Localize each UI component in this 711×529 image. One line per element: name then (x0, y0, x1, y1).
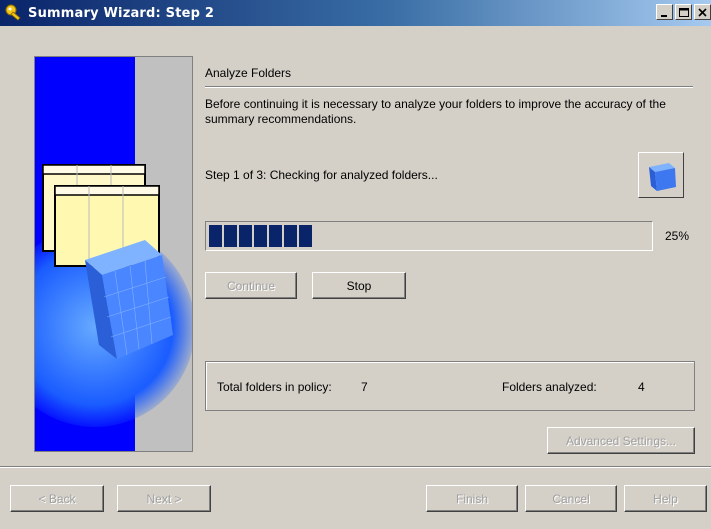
progress-fill (209, 225, 649, 247)
window-title: Summary Wizard: Step 2 (28, 5, 215, 21)
stop-button[interactable]: Stop (312, 272, 406, 299)
advanced-settings-button[interactable]: Advanced Settings... (547, 427, 695, 454)
footer-divider (0, 466, 711, 468)
progress-block (209, 225, 222, 247)
cube-icon (638, 152, 684, 198)
close-icon[interactable] (694, 4, 711, 20)
folders-analyzed-value: 4 (638, 380, 645, 394)
continue-button[interactable]: Continue (205, 272, 297, 299)
heading-divider (205, 86, 693, 88)
folder-stats-panel: Total folders in policy: 7 Folders analy… (205, 361, 695, 411)
minimize-icon[interactable] (656, 4, 673, 20)
progress-block (224, 225, 237, 247)
wizard-key-icon (4, 3, 24, 23)
cancel-button[interactable]: Cancel (525, 485, 617, 512)
progress-block (269, 225, 282, 247)
step-status-text: Step 1 of 3: Checking for analyzed folde… (205, 168, 438, 182)
progress-block (299, 225, 312, 247)
maximize-icon[interactable] (675, 4, 692, 20)
progress-block (239, 225, 252, 247)
progress-percent: 25% (665, 229, 690, 243)
progress-block (284, 225, 297, 247)
wizard-illustration (34, 56, 193, 452)
total-folders-value: 7 (361, 380, 368, 394)
folders-analyzed-label: Folders analyzed: (502, 380, 597, 394)
back-button[interactable]: < Back (10, 485, 104, 512)
description-text: Before continuing it is necessary to ana… (205, 97, 666, 126)
total-folders-label: Total folders in policy: (217, 380, 332, 394)
help-button[interactable]: Help (624, 485, 707, 512)
finish-button[interactable]: Finish (426, 485, 518, 512)
page-heading: Analyze Folders (205, 66, 292, 80)
next-button[interactable]: Next > (117, 485, 211, 512)
progress-block (254, 225, 267, 247)
progress-bar (205, 221, 653, 251)
title-bar: Summary Wizard: Step 2 (0, 0, 711, 26)
